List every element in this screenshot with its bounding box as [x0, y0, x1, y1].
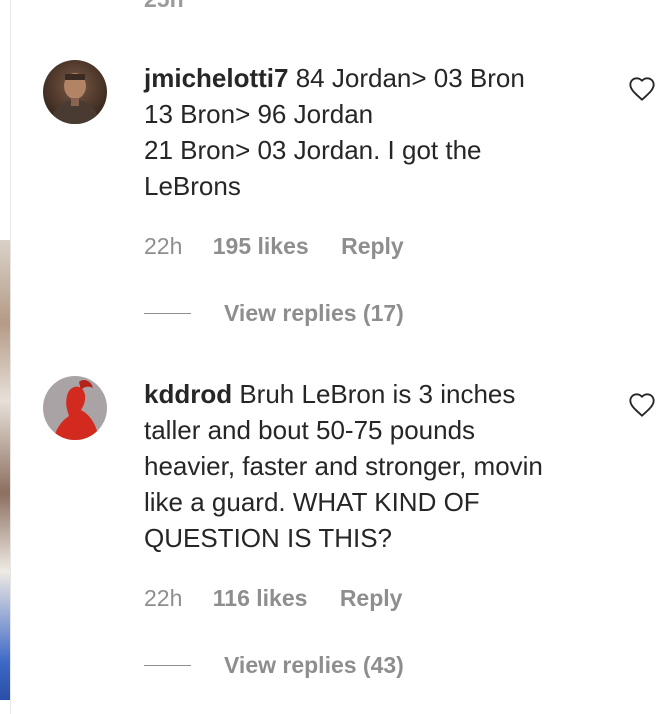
comment-line: Bruh LeBron is 3 inches: [239, 379, 516, 409]
comment-meta: 22h 195 likes Reply: [144, 233, 404, 260]
comment-text: kddrod Bruh LeBron is 3 inches taller an…: [144, 376, 614, 556]
red-silhouette-avatar-icon: [43, 376, 107, 440]
comment-timestamp[interactable]: 22h: [144, 233, 182, 260]
replies-divider-line: [144, 313, 191, 314]
comment-line: LeBrons: [144, 171, 241, 201]
likes-count[interactable]: 195 likes: [213, 233, 309, 260]
avatar[interactable]: [43, 376, 107, 440]
replies-divider-line: [144, 665, 191, 666]
like-button[interactable]: [628, 76, 656, 102]
comment-username[interactable]: kddrod: [144, 379, 232, 409]
comment-line: QUESTION IS THIS?: [144, 523, 393, 553]
post-image-sliver: [0, 240, 10, 700]
comment-line: like a guard. WHAT KIND OF: [144, 487, 480, 517]
like-button[interactable]: [628, 392, 656, 418]
comment-meta: 22h 116 likes Reply: [144, 585, 402, 612]
comment-username[interactable]: jmichelotti7: [144, 63, 288, 93]
likes-count[interactable]: 116 likes: [213, 585, 308, 612]
previous-comment-timestamp: 25h: [144, 0, 184, 13]
view-replies-label: View replies (43): [224, 652, 404, 678]
heart-outline-icon: [629, 77, 655, 101]
comment-line: 13 Bron> 96 Jordan: [144, 99, 374, 129]
comment-text: jmichelotti7 84 Jordan> 03 Bron 13 Bron>…: [144, 60, 614, 204]
view-replies-button[interactable]: View replies (43): [144, 652, 404, 679]
comment-line: taller and bout 50-75 pounds: [144, 415, 476, 445]
person-avatar-icon: [43, 60, 107, 124]
comment-timestamp[interactable]: 22h: [144, 585, 182, 612]
reply-button[interactable]: Reply: [340, 585, 403, 612]
view-replies-button[interactable]: View replies (17): [144, 300, 404, 327]
reply-button[interactable]: Reply: [341, 233, 404, 260]
comments-page: 25h jmichelotti7 84 Jordan> 03 Bron: [0, 0, 672, 714]
heart-outline-icon: [629, 393, 655, 417]
avatar[interactable]: [43, 60, 107, 124]
view-replies-label: View replies (17): [224, 300, 404, 326]
comment-line: heavier, faster and stronger, movin: [144, 451, 543, 481]
comment-line: 84 Jordan> 03 Bron: [295, 63, 525, 93]
comment-line: 21 Bron> 03 Jordan. I got the: [144, 135, 482, 165]
